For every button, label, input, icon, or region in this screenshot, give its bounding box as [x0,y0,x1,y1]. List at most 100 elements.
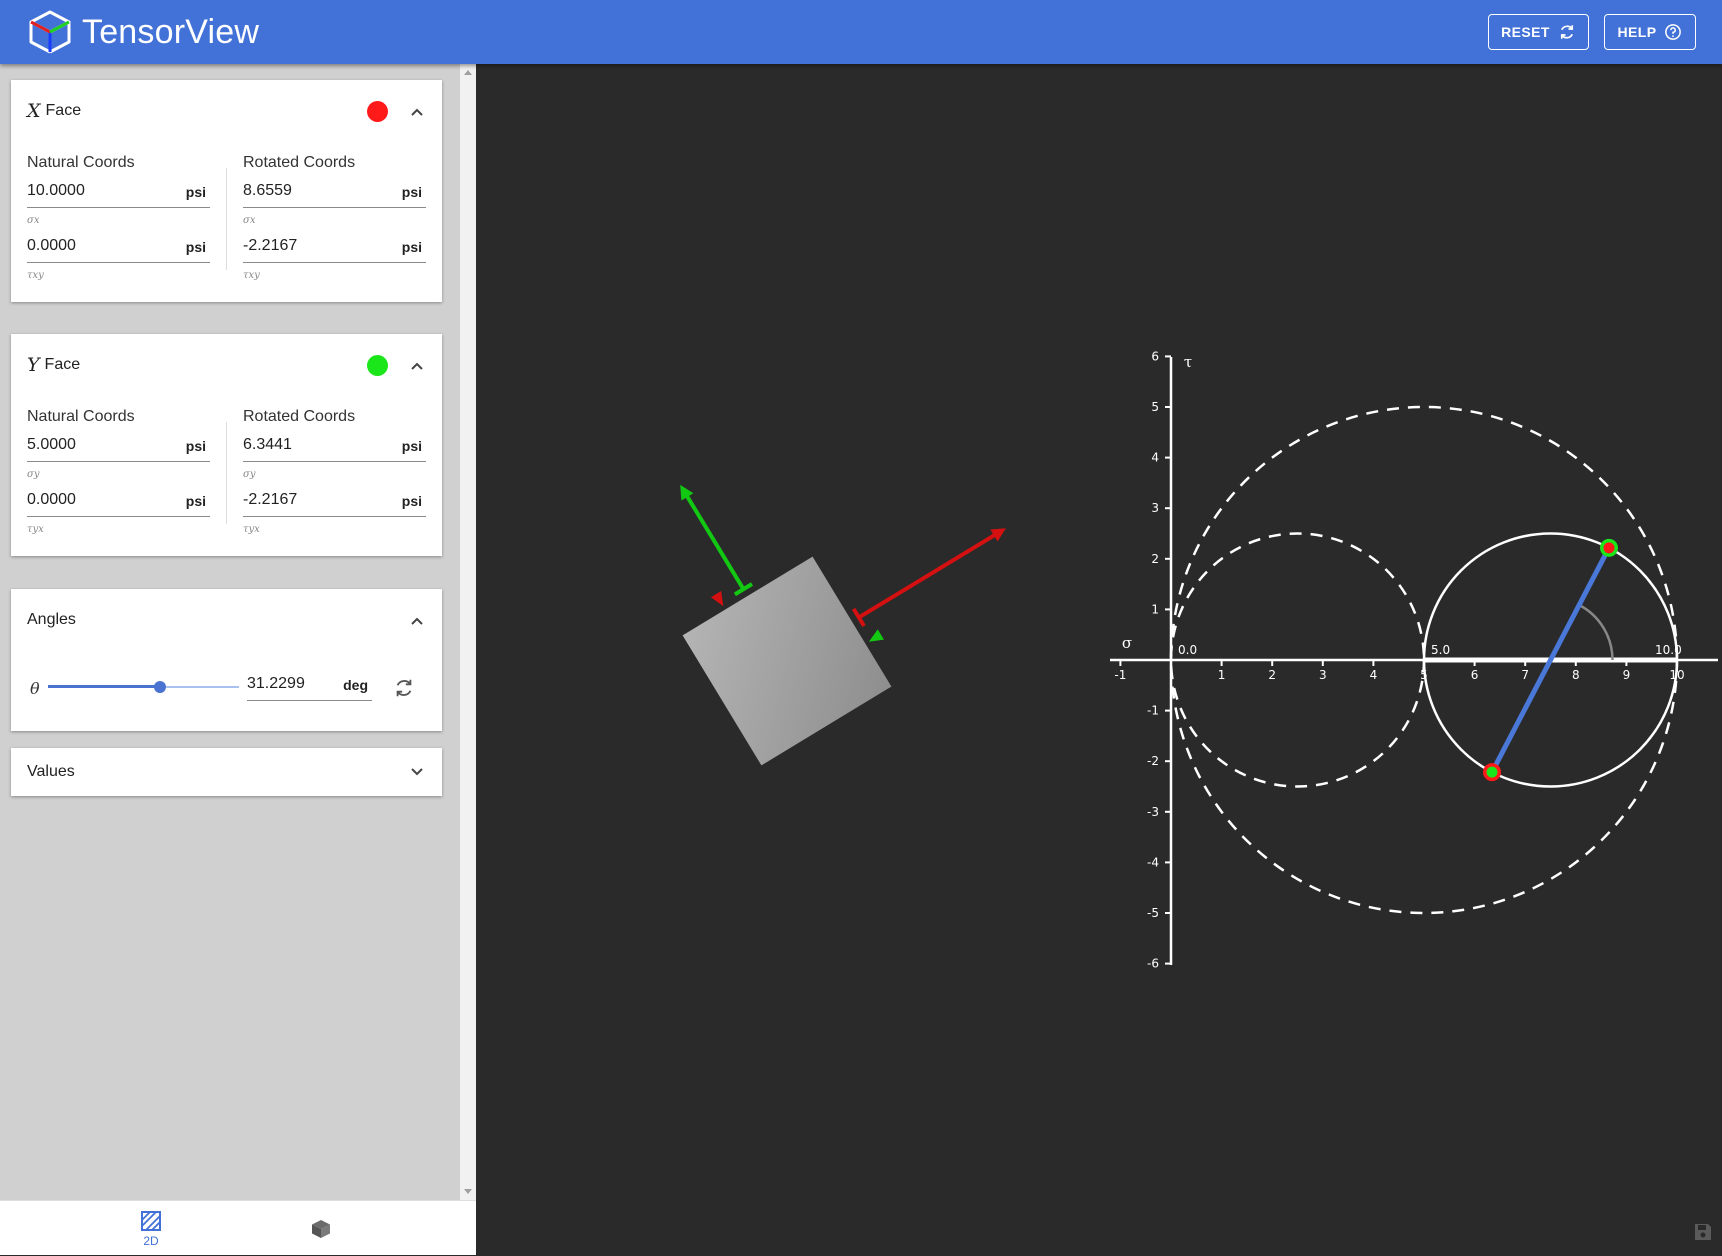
visualization-area: -1 1 2 3 4 5 6 7 8 9 10 -6 -5 -4 -3 -2 -1 1 2 3 4 5 6 σ τ 0.0 5.0 1… [476,64,1722,1255]
brand: TensorView [26,8,259,56]
x-sigma-natural-value: 10.0000 [27,182,85,199]
chevron-down-icon[interactable] [409,764,425,780]
cube-icon [312,1219,330,1238]
reset-angle-icon[interactable] [393,677,415,699]
y-tick-label: -1 [1147,704,1159,718]
help-circle-icon [1665,24,1682,40]
tau-yx-label: τyx [27,524,44,535]
y-tick-label: 4 [1151,451,1159,465]
y-tick-label: 5 [1151,400,1159,414]
y-tick-label: -2 [1147,754,1159,768]
x-face-color-dot [367,101,388,122]
column-divider [226,168,227,270]
x-tick-label: 6 [1471,668,1479,682]
unit-label: psi [401,239,422,255]
y-tau-rotated-value: -2.2167 [243,491,298,508]
y-tick-label: -6 [1147,957,1159,971]
tau-axis-label: τ [1184,353,1192,371]
sigma-x-label: σx [243,215,256,226]
x-tau-rotated-value: -2.2167 [243,237,298,254]
values-panel[interactable]: Values [11,748,442,796]
help-label: HELP [1617,24,1657,40]
y-tick-label: -5 [1147,906,1159,920]
x-tau-rotated-field[interactable]: -2.2167 psi [243,233,426,263]
angles-title: Angles [27,611,76,628]
y-tau-natural-value: 0.0000 [27,491,76,508]
x-sigma-natural-field[interactable]: 10.0000 psi [27,178,210,208]
help-button[interactable]: HELP [1604,14,1696,50]
principal-value-label: 0.0 [1178,643,1197,657]
slider-thumb[interactable] [154,681,167,693]
chevron-up-icon[interactable] [409,613,425,629]
y-tick-label: 2 [1151,552,1159,566]
x-tick-label: -1 [1114,668,1126,682]
tab-2d-label: 2D [143,1233,159,1248]
chevron-up-icon[interactable] [409,358,425,374]
x-tick-label: 8 [1572,668,1580,682]
slider-fill [48,685,161,688]
x-tau-natural-value: 0.0000 [27,237,76,254]
angles-panel: Angles θ 31.2299 deg [11,589,442,731]
y-tick-label: -3 [1147,805,1159,819]
y-sigma-rotated-field[interactable]: 6.3441 psi [243,432,426,462]
y-sigma-natural-value: 5.0000 [27,436,76,453]
principal-value-label: 5.0 [1431,643,1450,657]
sidebar-scrollbar[interactable] [460,64,476,1200]
y-sigma-rotated-value: 6.3441 [243,436,292,453]
app-title: TensorView [82,12,260,51]
scroll-down-arrow-icon[interactable] [464,1189,472,1194]
values-header[interactable]: Values [27,748,75,796]
y-face-header[interactable]: Y Face [27,334,80,396]
y-face-panel: Y Face Natural Coords Rotated Coords 5.0… [11,334,442,556]
refresh-icon [1560,25,1573,39]
y-face-point [1486,766,1498,778]
x-rotated-title: Rotated Coords [243,154,356,171]
column-divider [226,422,227,524]
x-tick-label: 3 [1319,668,1327,682]
x-tick-label: 9 [1623,668,1631,682]
theta-label: θ [30,679,40,698]
y-face-color-dot [367,355,388,376]
scroll-up-arrow-icon[interactable] [464,70,472,75]
tab-3d[interactable] [290,1201,352,1256]
y-tick-label: -4 [1147,855,1159,869]
unit-label: deg [343,677,368,693]
mohr-circle-chart[interactable]: -1 1 2 3 4 5 6 7 8 9 10-6-5-4-3-2-1123456στ0.0 5.0 1… [476,64,1722,1255]
unit-label: psi [185,438,206,454]
reset-label: RESET [1501,24,1550,40]
unit-label: psi [185,184,206,200]
x-face-point [1603,542,1615,554]
chevron-up-icon[interactable] [409,104,425,120]
tau-xy-label: τxy [27,270,44,281]
y-natural-title: Natural Coords [27,408,135,425]
cube-logo-icon [29,10,71,54]
tau-xy-label: τxy [243,270,260,281]
save-icon[interactable] [1693,1222,1713,1242]
x-tau-natural-field[interactable]: 0.0000 psi [27,233,210,263]
hatched-square-icon [141,1210,161,1231]
theta-slider[interactable] [48,677,239,697]
y-tau-rotated-field[interactable]: -2.2167 psi [243,487,426,517]
reset-button[interactable]: RESET [1488,14,1589,50]
theta-input[interactable]: 31.2299 deg [247,671,372,701]
sigma-y-label: σy [243,469,256,480]
unit-label: psi [401,184,422,200]
x-tick-label: 2 [1268,668,1276,682]
y-face-symbol: Y [27,354,40,376]
x-face-panel: X Face Natural Coords Rotated Coords 10.… [11,80,442,302]
y-tick-label: 1 [1151,602,1159,616]
y-tau-natural-field[interactable]: 0.0000 psi [27,487,210,517]
unit-label: psi [401,438,422,454]
angles-header[interactable]: Angles [27,589,76,651]
y-sigma-natural-field[interactable]: 5.0000 psi [27,432,210,462]
tau-yx-label: τyx [243,524,260,535]
theta-value: 31.2299 [247,675,305,692]
y-face-label: Face [44,356,81,373]
sigma-x-label: σx [27,215,40,226]
tab-2d[interactable]: 2D [120,1201,182,1256]
view-tabs: 2D [0,1200,476,1255]
values-title: Values [27,763,75,780]
x-tick-label: 1 [1218,668,1226,682]
x-sigma-rotated-field[interactable]: 8.6559 psi [243,178,426,208]
x-face-header[interactable]: X Face [27,80,81,142]
